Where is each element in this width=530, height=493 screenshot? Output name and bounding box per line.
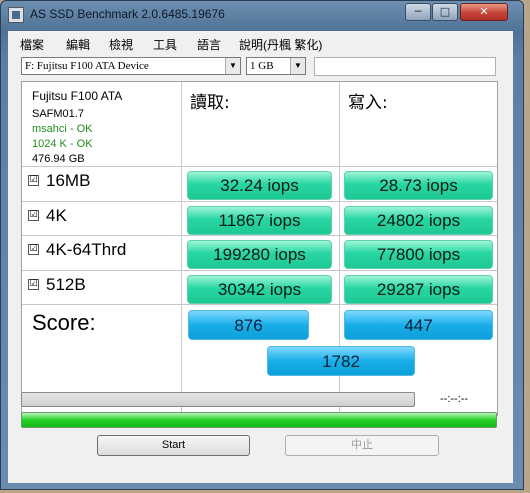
menu-tools[interactable]: 工具 <box>153 36 177 53</box>
window-title: AS SSD Benchmark 2.0.6485.19676 <box>30 7 225 21</box>
test-label-512b: 512B <box>46 275 86 294</box>
divider <box>22 270 497 271</box>
stop-button[interactable]: 中止 <box>285 435 439 456</box>
menu-help[interactable]: 說明(丹楓 繁化) <box>239 36 322 53</box>
close-button[interactable]: ✕ <box>460 3 508 21</box>
divider <box>22 235 497 236</box>
divider <box>22 304 497 305</box>
test-checkbox-16mb[interactable]: ☑ <box>28 175 39 186</box>
alignment-status: 1024 K - OK <box>32 138 93 150</box>
read-result-512b: 30342 iops <box>187 275 332 304</box>
chevron-down-icon: ▼ <box>290 58 305 74</box>
test-label-4k-64thrd: 4K-64Thrd <box>46 240 127 259</box>
total-score: 1782 <box>267 346 415 376</box>
read-score: 876 <box>188 310 309 340</box>
test-checkbox-4k[interactable]: ☑ <box>28 210 39 221</box>
chevron-down-icon: ▼ <box>225 58 240 74</box>
write-score: 447 <box>344 310 493 340</box>
read-column-header: 讀取: <box>190 93 230 113</box>
test-checkbox-4k-64thrd[interactable]: ☑ <box>28 244 39 255</box>
size-select-value: 1 GB <box>250 60 274 72</box>
menu-edit[interactable]: 編輯 <box>66 36 90 53</box>
read-result-4k: 11867 iops <box>187 206 332 235</box>
title-bar[interactable]: AS SSD Benchmark 2.0.6485.19676 ─ □ ✕ <box>1 1 523 29</box>
divider <box>181 82 182 415</box>
menu-language[interactable]: 語言 <box>197 36 221 53</box>
start-button[interactable]: Start <box>97 435 250 456</box>
menu-file[interactable]: 檔案 <box>20 36 44 53</box>
drive-firmware: SAFM01.7 <box>32 108 84 120</box>
drive-select[interactable]: F: Fujitsu F100 ATA Device ▼ <box>21 57 241 75</box>
drive-select-value: F: Fujitsu F100 ATA Device <box>25 60 149 72</box>
client-area: 檔案 編輯 檢視 工具 語言 說明(丹楓 繁化) F: Fujitsu F100… <box>8 31 513 483</box>
menu-view[interactable]: 檢視 <box>109 36 133 53</box>
score-label: Score: <box>32 310 96 335</box>
app-window: AS SSD Benchmark 2.0.6485.19676 ─ □ ✕ 檔案… <box>0 0 524 490</box>
drive-model: Fujitsu F100 ATA <box>32 89 123 103</box>
info-text-box[interactable] <box>314 57 496 76</box>
app-icon <box>8 7 24 23</box>
write-column-header: 寫入: <box>348 93 388 113</box>
divider <box>22 166 497 167</box>
write-result-16mb: 28.73 iops <box>344 171 493 200</box>
test-label-16mb: 16MB <box>46 171 91 190</box>
minimize-button[interactable]: ─ <box>405 3 431 21</box>
test-label-4k: 4K <box>46 206 67 225</box>
overall-progress-bar <box>21 412 497 428</box>
menu-bar: 檔案 編輯 檢視 工具 語言 說明(丹楓 繁化) <box>8 31 513 53</box>
divider <box>22 201 497 202</box>
elapsed-time: --:--:-- <box>440 393 469 405</box>
read-result-16mb: 32.24 iops <box>187 171 332 200</box>
write-result-512b: 29287 iops <box>344 275 493 304</box>
maximize-button[interactable]: □ <box>432 3 458 21</box>
write-result-4k: 24802 iops <box>344 206 493 235</box>
test-progress-bar <box>21 392 415 407</box>
write-result-4k-64thrd: 77800 iops <box>344 240 493 269</box>
test-checkbox-512b[interactable]: ☑ <box>28 279 39 290</box>
drive-capacity: 476.94 GB <box>32 153 85 165</box>
size-select[interactable]: 1 GB ▼ <box>246 57 306 75</box>
driver-status: msahci - OK <box>32 123 93 135</box>
read-result-4k-64thrd: 199280 iops <box>187 240 332 269</box>
results-grid: Fujitsu F100 ATA SAFM01.7 msahci - OK 10… <box>21 81 498 416</box>
